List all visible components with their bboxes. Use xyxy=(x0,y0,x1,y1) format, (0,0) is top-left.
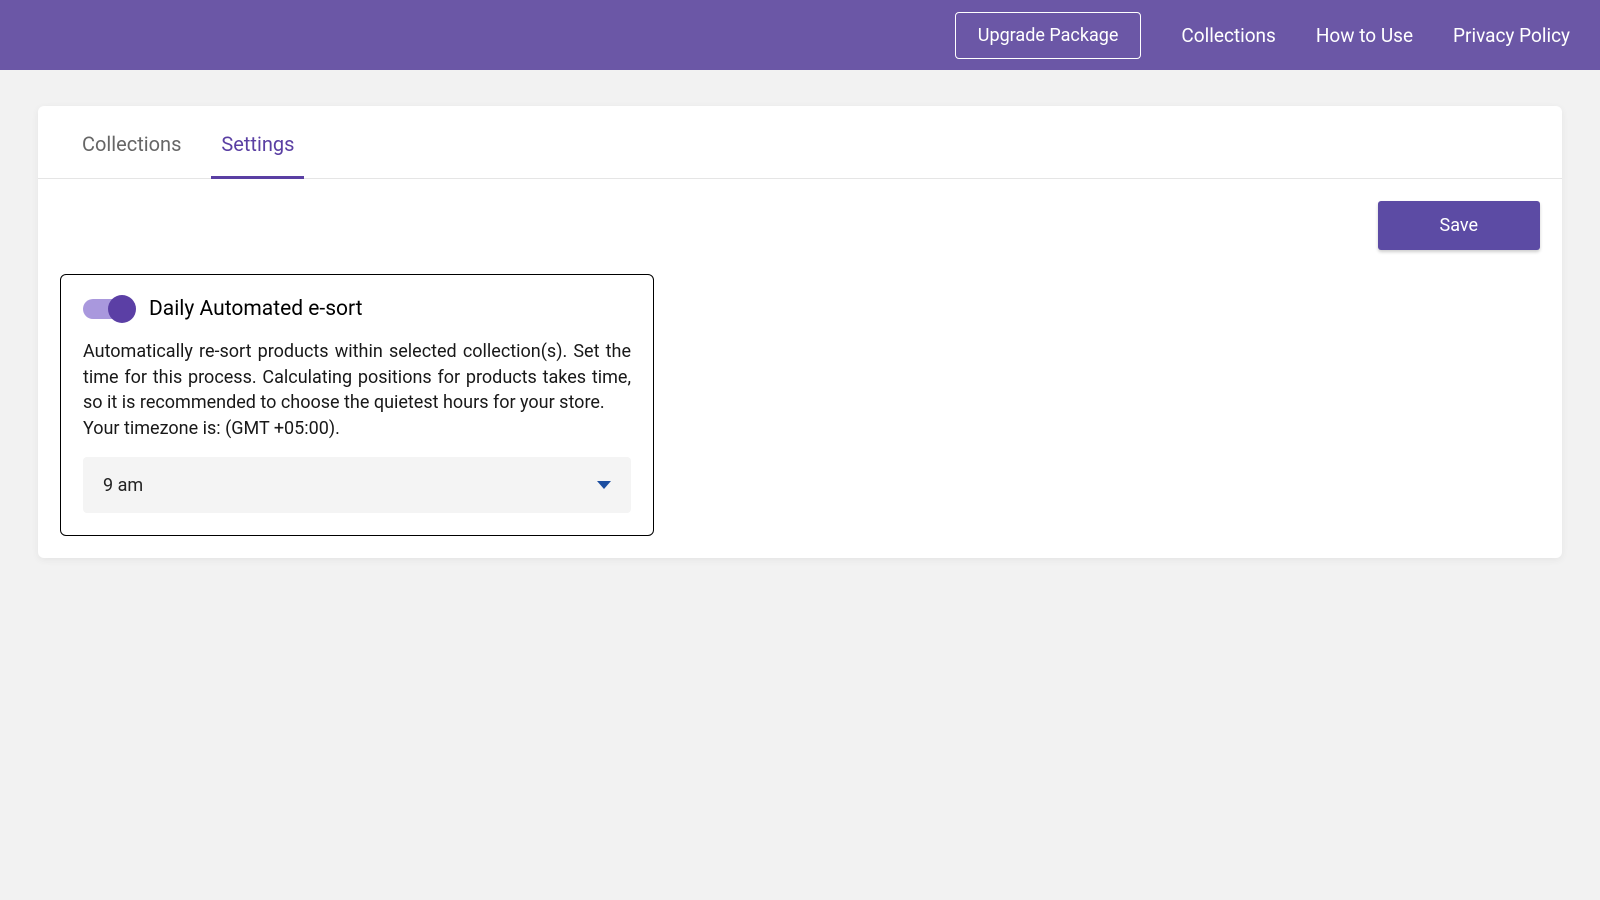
tab-bar: Collections Settings xyxy=(38,106,1562,179)
upgrade-package-button[interactable]: Upgrade Package xyxy=(955,12,1142,59)
nav-how-to-use[interactable]: How to Use xyxy=(1316,24,1413,47)
app-header: Upgrade Package Collections How to Use P… xyxy=(0,0,1600,70)
nav-collections[interactable]: Collections xyxy=(1181,24,1275,47)
main-card: Collections Settings Save Daily Automate… xyxy=(38,106,1562,558)
toggle-row: Daily Automated e-sort xyxy=(83,297,631,321)
nav-privacy-policy[interactable]: Privacy Policy xyxy=(1453,24,1570,47)
chevron-down-icon xyxy=(597,481,611,489)
toggle-label: Daily Automated e-sort xyxy=(149,297,363,321)
save-button[interactable]: Save xyxy=(1378,201,1541,250)
time-select[interactable]: 9 am xyxy=(83,457,631,513)
esort-description: Automatically re-sort products within se… xyxy=(83,339,631,416)
daily-esort-card: Daily Automated e-sort Automatically re-… xyxy=(60,274,654,536)
save-row: Save xyxy=(38,179,1562,250)
time-select-value: 9 am xyxy=(103,475,143,496)
toggle-knob xyxy=(108,295,136,323)
daily-esort-toggle[interactable] xyxy=(83,299,135,319)
timezone-text: Your timezone is: (GMT +05:00). xyxy=(83,416,631,442)
tab-settings[interactable]: Settings xyxy=(221,132,294,178)
tab-collections[interactable]: Collections xyxy=(82,132,181,178)
